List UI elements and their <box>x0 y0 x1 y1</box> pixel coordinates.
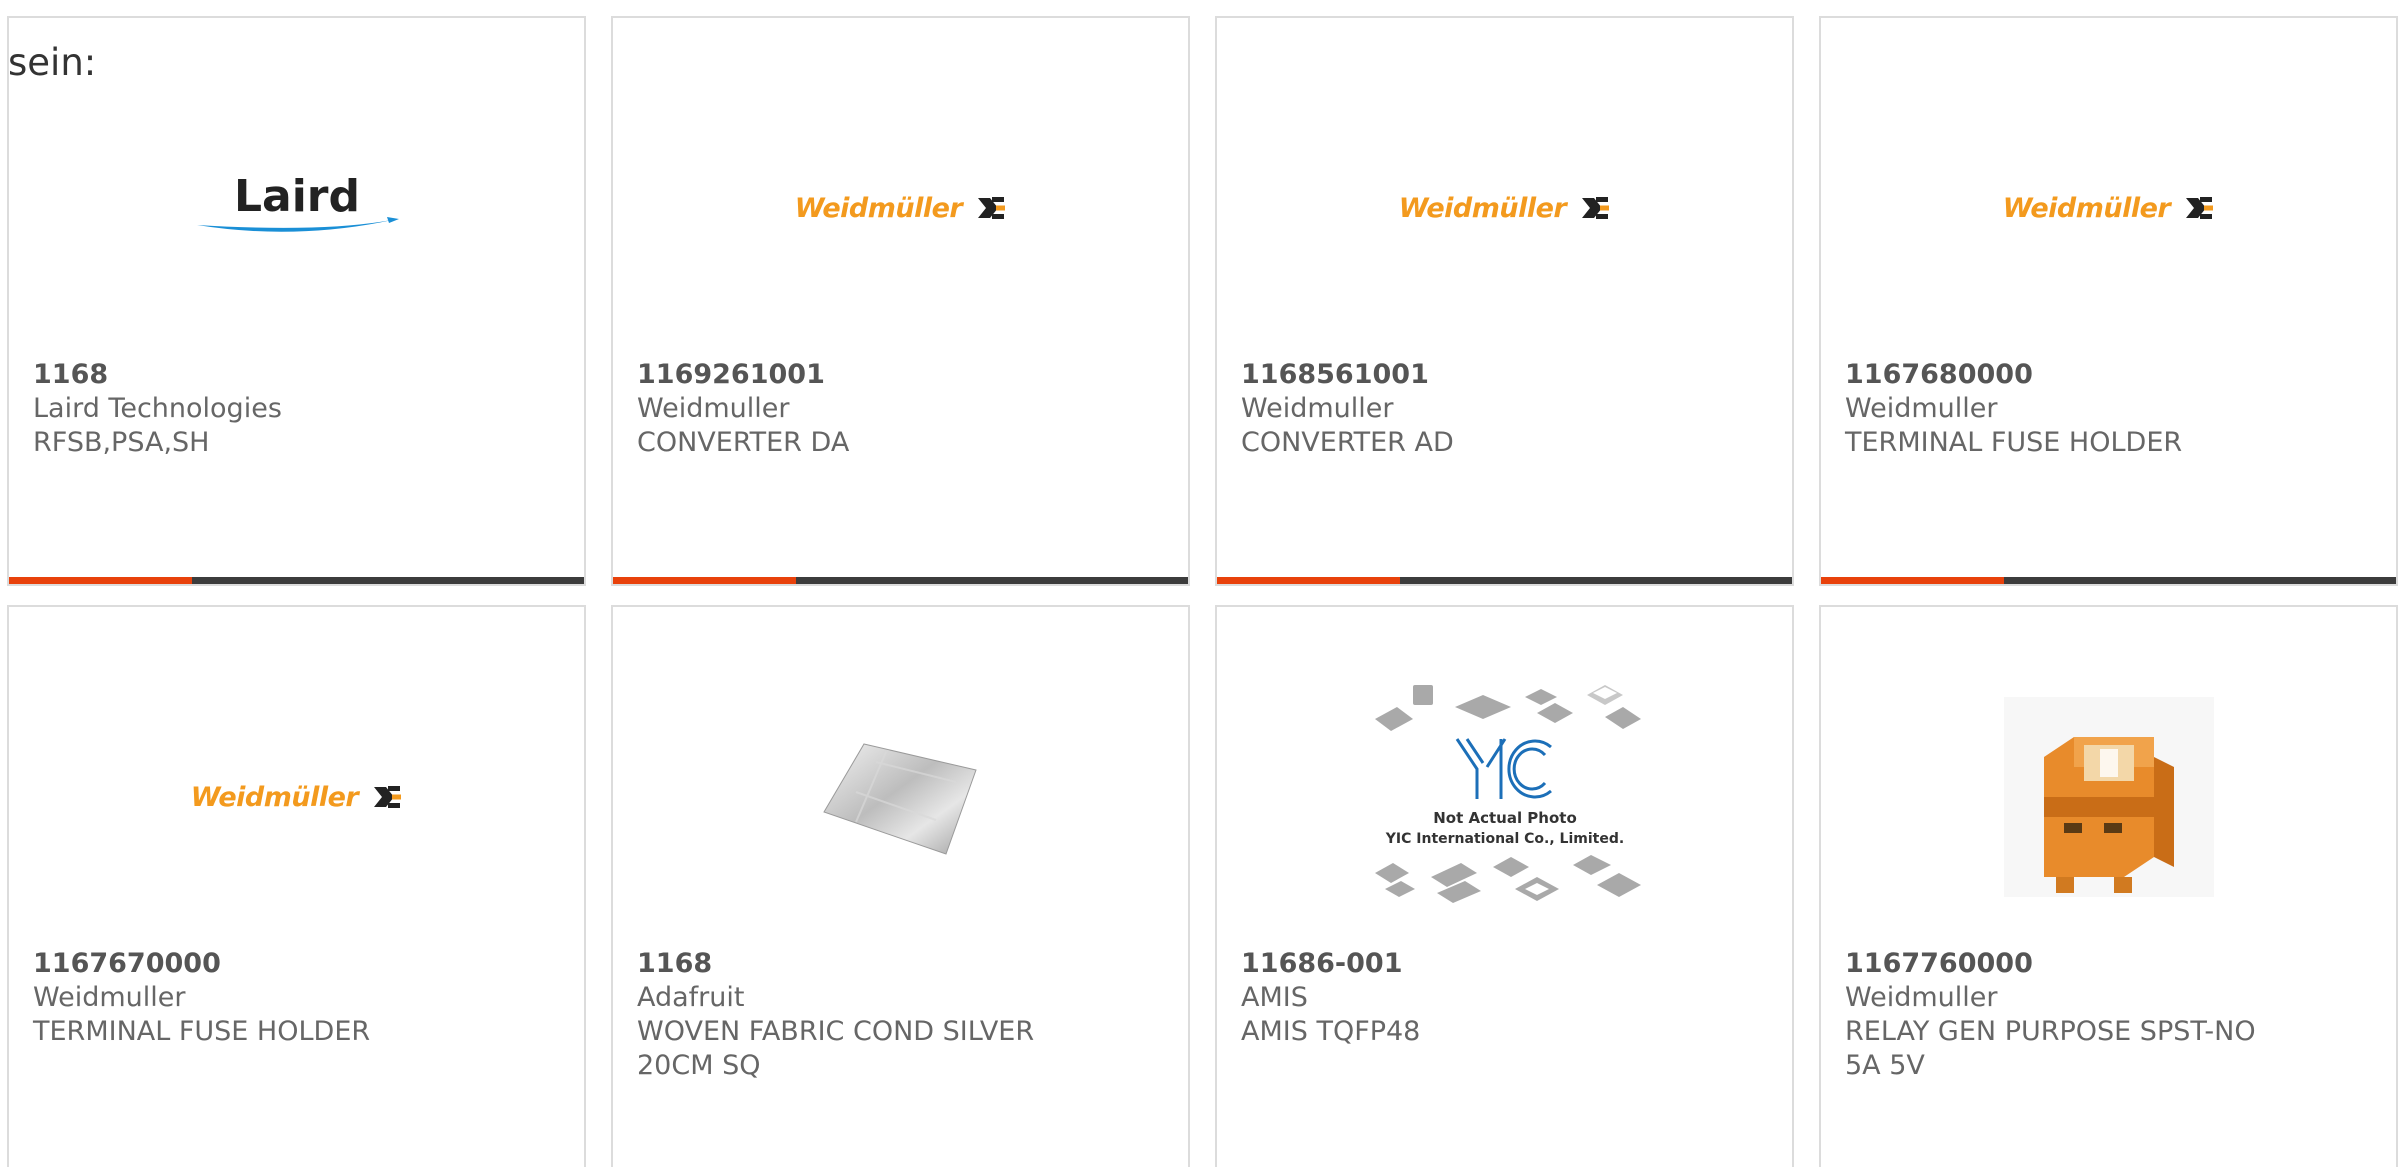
page: sein: Laird 1168 Laird Technologies RFSB… <box>0 0 2400 1167</box>
description: CONVERTER DA <box>637 427 850 458</box>
product-card[interactable]: 1168 Adafruit WOVEN FABRIC COND SILVER 2… <box>611 605 1190 1167</box>
weidmuller-logo-text: Weidmüller <box>1398 192 1567 224</box>
description: AMIS TQFP48 <box>1241 1016 1421 1047</box>
product-image: Weidmüller <box>1821 68 2396 348</box>
description-continued: 20CM SQ <box>637 1050 761 1081</box>
description-continued: 5A 5V <box>1845 1050 1925 1081</box>
manufacturer: Weidmuller <box>1845 393 1998 424</box>
part-number[interactable]: 1168 <box>33 358 564 392</box>
product-image: Not Actual Photo YIC International Co., … <box>1217 657 1792 937</box>
card-bar-accent <box>613 577 796 584</box>
relay-photo <box>2003 697 2214 897</box>
product-image: Weidmüller <box>1217 68 1792 348</box>
laird-logo: Laird <box>196 173 399 232</box>
part-number[interactable]: 1168 <box>637 947 1168 981</box>
card-bar-accent <box>9 577 192 584</box>
weidmuller-symbol-icon <box>1582 197 1610 219</box>
product-image: Laird <box>9 68 584 348</box>
product-image: Weidmüller <box>613 68 1188 348</box>
weidmuller-logo: Weidmüller <box>1399 193 1610 224</box>
manufacturer: Adafruit <box>637 982 745 1013</box>
description: TERMINAL FUSE HOLDER <box>33 1016 371 1047</box>
weidmuller-logo-text: Weidmüller <box>2002 192 2171 224</box>
laird-logo-text: Laird <box>233 173 359 222</box>
product-info: 1168 Laird Technologies RFSB,PSA,SH <box>33 358 564 460</box>
part-number[interactable]: 1167680000 <box>1845 358 2376 392</box>
product-info: 1167670000 Weidmuller TERMINAL FUSE HOLD… <box>33 947 564 1049</box>
part-number[interactable]: 1167670000 <box>33 947 564 981</box>
description: WOVEN FABRIC COND SILVER <box>637 1016 1035 1047</box>
card-bottom-bar <box>9 577 584 584</box>
placeholder-line1: Not Actual Photo <box>1433 809 1577 827</box>
part-number[interactable]: 1167760000 <box>1845 947 2376 981</box>
product-image <box>1821 657 2396 937</box>
product-card[interactable]: Laird 1168 Laird Technologies RFSB,PSA,S… <box>7 16 586 586</box>
part-number[interactable]: 1168561001 <box>1241 358 1772 392</box>
card-bar-accent <box>1821 577 2004 584</box>
manufacturer: AMIS <box>1241 982 1308 1013</box>
product-image: Weidmüller <box>9 657 584 937</box>
weidmuller-logo: Weidmüller <box>795 193 1006 224</box>
weidmuller-logo-text: Weidmüller <box>190 781 359 813</box>
product-info: 1167680000 Weidmuller TERMINAL FUSE HOLD… <box>1845 358 2376 460</box>
product-card[interactable]: Weidmüller 1167680000 Weidmuller TERMINA… <box>1819 16 2398 586</box>
product-info: 11686-001 AMIS AMIS TQFP48 <box>1241 947 1772 1049</box>
manufacturer: Laird Technologies <box>33 393 282 424</box>
product-info: 1168 Adafruit WOVEN FABRIC COND SILVER 2… <box>637 947 1168 1083</box>
weidmuller-symbol-icon <box>374 786 402 808</box>
description: TERMINAL FUSE HOLDER <box>1845 427 2183 458</box>
weidmuller-symbol-icon <box>2186 197 2214 219</box>
manufacturer: Weidmuller <box>637 393 790 424</box>
card-bar-accent <box>1217 577 1400 584</box>
weidmuller-logo-text: Weidmüller <box>794 192 963 224</box>
product-grid: Laird 1168 Laird Technologies RFSB,PSA,S… <box>7 16 2398 1167</box>
weidmuller-logo: Weidmüller <box>2003 193 2214 224</box>
part-number[interactable]: 11686-001 <box>1241 947 1772 981</box>
card-bottom-bar <box>1217 577 1792 584</box>
weidmuller-logo: Weidmüller <box>191 782 402 813</box>
product-card[interactable]: Weidmüller 1167670000 Weidmuller TERMINA… <box>7 605 586 1167</box>
description: RFSB,PSA,SH <box>33 427 210 458</box>
section-heading: sein: <box>8 41 97 84</box>
manufacturer: Weidmuller <box>33 982 186 1013</box>
card-bottom-bar <box>613 577 1188 584</box>
product-info: 1169261001 Weidmuller CONVERTER DA <box>637 358 1168 460</box>
weidmuller-symbol-icon <box>978 197 1006 219</box>
product-card[interactable]: Weidmüller 1168561001 Weidmuller CONVERT… <box>1215 16 1794 586</box>
manufacturer: Weidmuller <box>1845 982 1998 1013</box>
product-info: 1168561001 Weidmuller CONVERTER AD <box>1241 358 1772 460</box>
product-card[interactable]: Not Actual Photo YIC International Co., … <box>1215 605 1794 1167</box>
yic-placeholder-image: Not Actual Photo YIC International Co., … <box>1374 685 1641 903</box>
part-number[interactable]: 1169261001 <box>637 358 1168 392</box>
placeholder-line2: YIC International Co., Limited. <box>1384 831 1623 847</box>
description: RELAY GEN PURPOSE SPST-NO <box>1845 1016 2256 1047</box>
product-info: 1167760000 Weidmuller RELAY GEN PURPOSE … <box>1845 947 2376 1083</box>
product-image <box>613 657 1188 937</box>
card-bottom-bar <box>1821 577 2396 584</box>
product-card[interactable]: 1167760000 Weidmuller RELAY GEN PURPOSE … <box>1819 605 2398 1167</box>
fabric-photo <box>822 743 977 855</box>
manufacturer: Weidmuller <box>1241 393 1394 424</box>
product-card[interactable]: Weidmüller 1169261001 Weidmuller CONVERT… <box>611 16 1190 586</box>
description: CONVERTER AD <box>1241 427 1454 458</box>
